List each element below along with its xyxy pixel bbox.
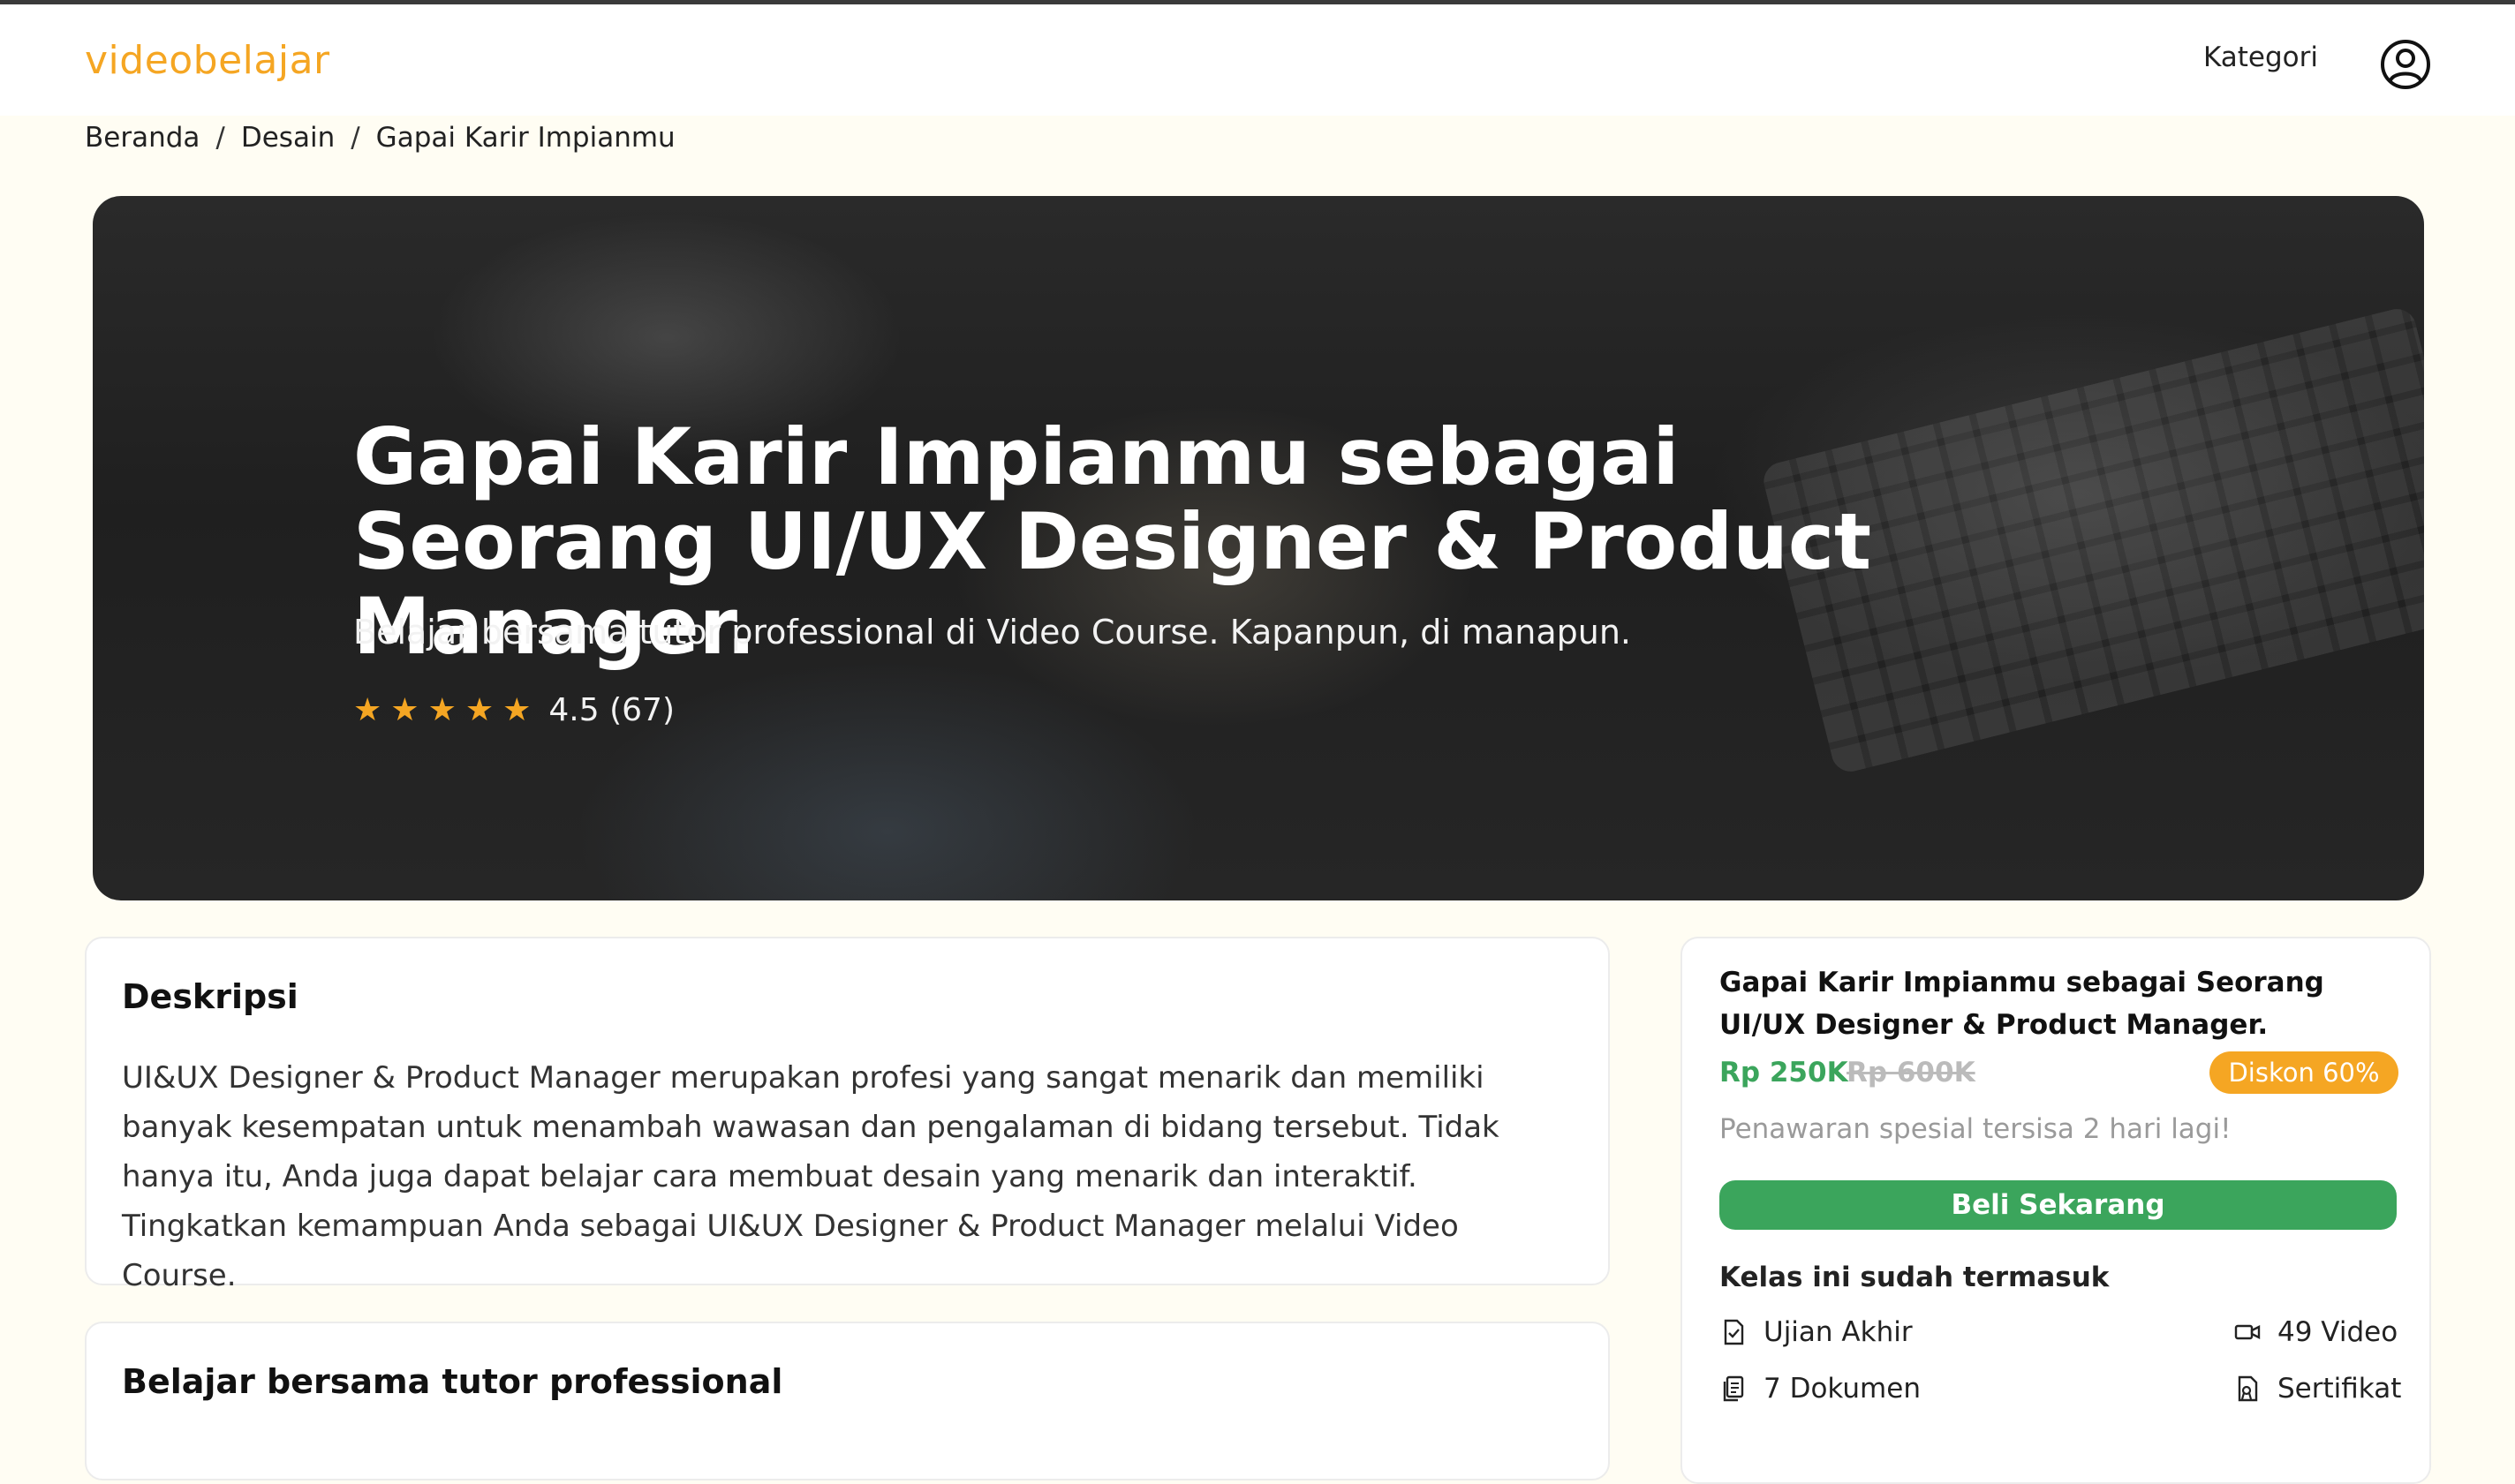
star-icon: ★ xyxy=(390,691,419,728)
includes-title: Kelas ini sudah termasuk xyxy=(1719,1262,2110,1293)
hero-subtitle: Belajar bersama tutor professional di Vi… xyxy=(353,613,1631,652)
user-circle-icon[interactable] xyxy=(2379,38,2432,91)
hero-banner: Gapai Karir Impianmu sebagai Seorang UI/… xyxy=(93,196,2424,900)
navbar: videobelajar Kategori xyxy=(0,4,2515,116)
breadcrumb-item-desain[interactable]: Desain xyxy=(241,122,335,154)
discount-badge: Diskon 60% xyxy=(2209,1051,2398,1094)
rating: ★ ★ ★ ★ ★ 4.5 (67) xyxy=(353,692,675,728)
include-label: 7 Dokumen xyxy=(1764,1373,1921,1405)
documents-icon xyxy=(1723,1375,1744,1402)
include-item: 49 Video xyxy=(2233,1316,2398,1348)
logo[interactable]: videobelajar xyxy=(85,38,330,83)
include-item: 7 Dokumen xyxy=(1719,1373,1921,1405)
buy-now-button[interactable]: Beli Sekarang xyxy=(1719,1180,2397,1230)
include-item: Ujian Akhir xyxy=(1719,1316,1913,1348)
description-card: Deskripsi UI&UX Designer & Product Manag… xyxy=(85,937,1610,1293)
description-title: Deskripsi xyxy=(122,977,298,1016)
star-icon: ★ xyxy=(427,691,457,728)
breadcrumb: Beranda / Desain / Gapai Karir Impianmu xyxy=(85,122,676,154)
purchase-card: Gapai Karir Impianmu sebagai Seorang UI/… xyxy=(1680,937,2431,1484)
file-check-icon xyxy=(1724,1319,1744,1345)
description-body: UI&UX Designer & Product Manager merupak… xyxy=(122,1060,1499,1293)
price-current: Rp 250K xyxy=(1719,1057,1848,1089)
tutor-card: Belajar bersama tutor professional xyxy=(85,1322,1610,1480)
course-title: Gapai Karir Impianmu sebagai Seorang UI/… xyxy=(1719,967,2324,1041)
rating-text: 4.5 (67) xyxy=(548,692,675,728)
include-label: Ujian Akhir xyxy=(1764,1316,1913,1348)
video-icon xyxy=(2234,1324,2261,1340)
include-label: 49 Video xyxy=(2277,1316,2398,1348)
breadcrumb-separator: / xyxy=(351,122,360,154)
breadcrumb-item-beranda[interactable]: Beranda xyxy=(85,122,200,154)
star-icon: ★ xyxy=(464,691,495,728)
nav-kategori-link[interactable]: Kategori xyxy=(2203,41,2318,73)
tutor-title: Belajar bersama tutor professional xyxy=(122,1362,783,1401)
star-icon: ★ xyxy=(353,691,382,728)
offer-text: Penawaran spesial tersisa 2 hari lagi! xyxy=(1719,1113,2232,1145)
breadcrumb-separator: / xyxy=(215,122,225,154)
include-label: Sertifikat xyxy=(2277,1373,2402,1405)
breadcrumb-item-current: Gapai Karir Impianmu xyxy=(375,122,676,154)
star-icon: ★ xyxy=(502,691,532,728)
price-original: Rp 600K xyxy=(1847,1057,1975,1089)
certificate-icon xyxy=(2238,1375,2258,1402)
include-item: Sertifikat xyxy=(2233,1373,2401,1405)
